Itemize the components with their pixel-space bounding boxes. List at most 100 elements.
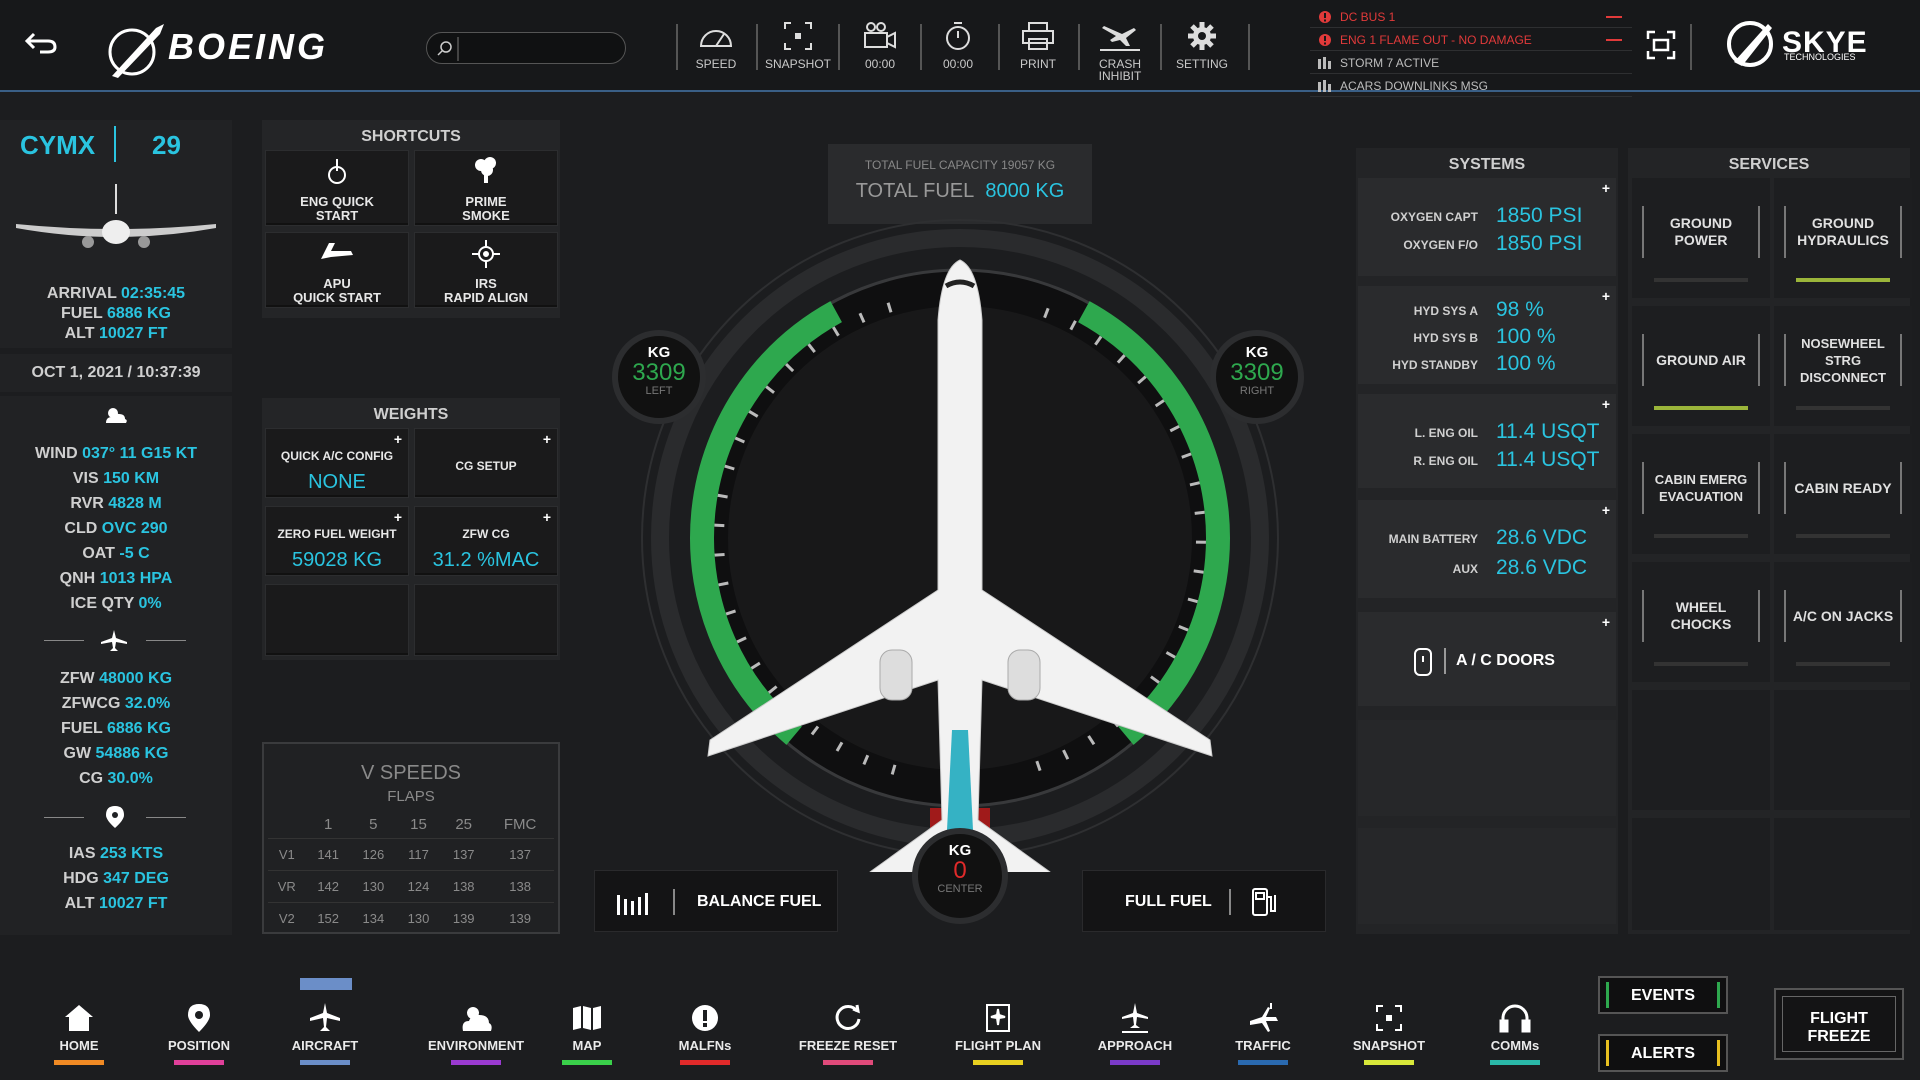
wt-key: ZFWCG bbox=[61, 695, 121, 712]
search-icon bbox=[437, 40, 453, 61]
expand-plus-icon[interactable]: + bbox=[1602, 502, 1610, 518]
alerts-button[interactable]: ALERTS bbox=[1598, 1034, 1728, 1072]
environment-icon bbox=[406, 1000, 546, 1036]
toolbar-button-speedometer[interactable]: SPEED bbox=[676, 18, 756, 78]
back-arrow-icon[interactable] bbox=[24, 30, 58, 61]
nav-map[interactable]: MAP bbox=[532, 1000, 642, 1070]
systems-group-4[interactable]: + MAIN BATTERY 28.6 VDC AUX 28.6 VDC bbox=[1358, 500, 1616, 598]
pos-key: ALT bbox=[64, 895, 95, 912]
wt-line: ZFW 48000 KG bbox=[0, 670, 232, 688]
nav-snapshot[interactable]: SNAPSHOT bbox=[1334, 1000, 1444, 1070]
nav-environment[interactable]: ENVIRONMENT bbox=[406, 1000, 546, 1070]
nav-aircraft[interactable]: AIRCRAFT bbox=[270, 1000, 380, 1070]
alert-dismiss-bar[interactable] bbox=[1606, 16, 1622, 18]
systems-group-2[interactable]: + HYD SYS A 98 % HYD SYS B 100 % HYD STANDBY 1… bbox=[1358, 286, 1616, 384]
zfw-cg-value: 31.2 %MAC bbox=[432, 549, 540, 571]
service-ground-hydraulics[interactable]: GROUND HYDRAULICS bbox=[1774, 178, 1912, 298]
zfw-cg-tile[interactable]: + ZFW CG 31.2 %MAC bbox=[414, 506, 558, 576]
toolbar-button-crash[interactable]: CRASH INHIBIT bbox=[1080, 18, 1160, 82]
toolbar-button-label: PRINT bbox=[1020, 57, 1056, 71]
alert-dismiss-bar[interactable] bbox=[1606, 39, 1622, 41]
expand-plus-icon[interactable]: + bbox=[543, 431, 551, 447]
service-ground-power[interactable]: GROUND POWER bbox=[1632, 178, 1770, 298]
service-indicator bbox=[1796, 278, 1890, 282]
table-cell: V2 bbox=[268, 901, 306, 934]
v-speeds-panel: V SPEEDS FLAPS 1 5 15 25 FMC V1 141 126 117 137 13… bbox=[262, 742, 560, 934]
table-cell: 138 bbox=[441, 869, 487, 902]
location-pin-icon bbox=[106, 806, 124, 833]
wx-line: RVR 4828 M bbox=[0, 495, 232, 513]
services-title: SERVICES bbox=[1728, 156, 1810, 173]
service-nosewheel-strg-disconnect[interactable]: NOSEWHEEL STRG DISCONNECT bbox=[1774, 306, 1912, 426]
systems-group-1[interactable]: + OXYGEN CAPT 1850 PSI OXYGEN F/O 1850 PSI bbox=[1358, 178, 1616, 276]
nav-label: APPROACH bbox=[1097, 1038, 1173, 1053]
ac-doors-tile[interactable]: + A / C DOORS bbox=[1358, 612, 1616, 706]
systems-group-3[interactable]: + L. ENG OIL 11.4 USQT R. ENG OIL 11.4 USQT bbox=[1358, 394, 1616, 488]
table-cell: 126 bbox=[350, 837, 396, 870]
weights-title: WEIGHTS bbox=[373, 406, 449, 423]
shortcut-apu[interactable]: APU QUICK START bbox=[265, 232, 409, 308]
service-a-c-on-jacks[interactable]: A/C ON JACKS bbox=[1774, 562, 1912, 682]
alert-item[interactable]: ENG 1 FLAME OUT - NO DAMAGE bbox=[1310, 29, 1632, 51]
nav-home[interactable]: HOME bbox=[24, 1000, 134, 1070]
nav-approach[interactable]: APPROACH bbox=[1080, 1000, 1190, 1070]
alert-item[interactable]: ACARS DOWNLINKS MSG bbox=[1310, 75, 1632, 97]
active-tab-indicator bbox=[300, 978, 352, 990]
events-button[interactable]: EVENTS bbox=[1598, 976, 1728, 1014]
service-cabin-emerg-evacuation[interactable]: CABIN EMERG EVACUATION bbox=[1632, 434, 1770, 554]
alert-item[interactable]: DC BUS 1 bbox=[1310, 6, 1632, 28]
expand-plus-icon[interactable]: + bbox=[543, 509, 551, 525]
pos-value: 347 DEG bbox=[103, 870, 169, 887]
flap-column-header: FMC bbox=[503, 816, 537, 834]
alert-item[interactable]: STORM 7 ACTIVE bbox=[1310, 52, 1632, 74]
table-cell: VR bbox=[268, 869, 306, 902]
toolbar-button-printer[interactable]: PRINT bbox=[998, 18, 1078, 78]
date-time: OCT 1, 2021 / 10:37:39 bbox=[31, 364, 201, 381]
expand-plus-icon[interactable]: + bbox=[394, 509, 402, 525]
flight-freeze-button[interactable]: FLIGHT FREEZE bbox=[1774, 988, 1904, 1060]
left-tank-value: 3309 bbox=[632, 359, 686, 386]
shortcut-irs-align[interactable]: IRS RAPID ALIGN bbox=[414, 232, 558, 308]
toolbar-button-gear[interactable]: SETTING bbox=[1162, 18, 1242, 78]
nav-comms[interactable]: COMMs bbox=[1460, 1000, 1570, 1070]
service-label: CABIN READY bbox=[1784, 462, 1902, 514]
shortcut-smoke[interactable]: PRIME SMOKE bbox=[414, 150, 558, 226]
runway-number: 29 bbox=[152, 130, 181, 160]
systems-title: SYSTEMS bbox=[1448, 156, 1526, 173]
nav-malfns[interactable]: MALFNs bbox=[650, 1000, 760, 1070]
service-wheel-chocks[interactable]: WHEEL CHOCKS bbox=[1632, 562, 1770, 682]
zero-fuel-weight-tile[interactable]: + ZERO FUEL WEIGHT 59028 KG bbox=[265, 506, 409, 576]
flight-status-panel: CYMX 29 ARRIVAL 02:35:45 FUEL 6886 KG AL… bbox=[0, 120, 232, 935]
expand-plus-icon[interactable]: + bbox=[1602, 180, 1610, 196]
search-input[interactable] bbox=[426, 32, 626, 64]
full-fuel-button[interactable]: FULL FUEL bbox=[1082, 870, 1326, 932]
expand-plus-icon[interactable]: + bbox=[394, 431, 402, 447]
service-label: NOSEWHEEL STRG DISCONNECT bbox=[1784, 334, 1902, 386]
toolbar-button-stopwatch[interactable]: 00:00 bbox=[918, 18, 998, 78]
quick-ac-config-tile[interactable]: + QUICK A/C CONFIG NONE bbox=[265, 428, 409, 498]
expand-plus-icon[interactable]: + bbox=[1602, 396, 1610, 412]
malfunction-icon bbox=[650, 1000, 760, 1036]
shortcut-engine-start[interactable]: ENG QUICK START bbox=[265, 150, 409, 226]
shortcuts-title: SHORTCUTS bbox=[361, 128, 461, 145]
service-cabin-ready[interactable]: CABIN READY bbox=[1774, 434, 1912, 554]
gauge-tick bbox=[717, 493, 728, 499]
printer-icon bbox=[998, 18, 1078, 54]
speedometer-icon bbox=[676, 18, 756, 54]
toolbar-button-snapshot[interactable]: SNAPSHOT bbox=[758, 18, 838, 78]
table-cell: 139 bbox=[486, 901, 554, 934]
balance-fuel-button[interactable]: BALANCE FUEL bbox=[594, 870, 838, 932]
service-ground-air[interactable]: GROUND AIR bbox=[1632, 306, 1770, 426]
nav-traffic[interactable]: TRAFFIC bbox=[1208, 1000, 1318, 1070]
cg-setup-tile[interactable]: + CG SETUP bbox=[414, 428, 558, 498]
expand-plus-icon[interactable]: + bbox=[1602, 288, 1610, 304]
nav-position[interactable]: POSITION bbox=[144, 1000, 254, 1070]
toolbar-button-video-camera[interactable]: 00:00 bbox=[840, 18, 920, 78]
fullscreen-icon[interactable] bbox=[1646, 30, 1676, 65]
wt-line: ZFWCG 32.0% bbox=[0, 695, 232, 713]
nav-flight-plan[interactable]: FLIGHT PLAN bbox=[928, 1000, 1068, 1070]
nav-underline bbox=[973, 1060, 1023, 1065]
shortcut-label: ENG QUICK bbox=[300, 194, 374, 209]
expand-plus-icon[interactable]: + bbox=[1602, 614, 1610, 630]
nav-freeze-reset[interactable]: FREEZE RESET bbox=[778, 1000, 918, 1070]
